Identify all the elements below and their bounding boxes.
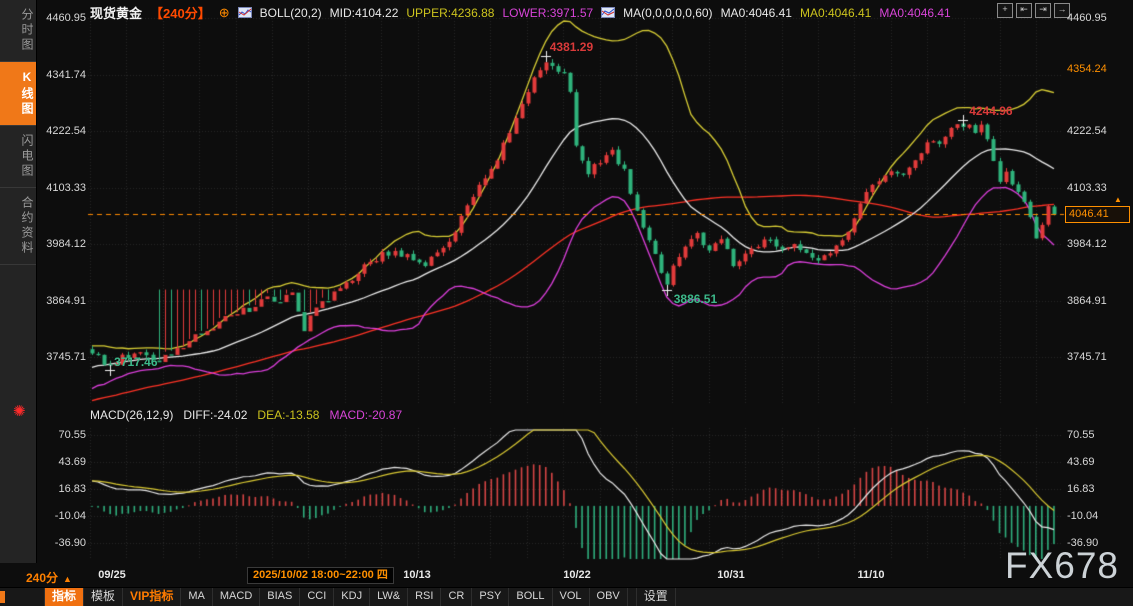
period-dropdown-arrow-icon: ▲ — [63, 574, 72, 584]
price-up-arrow-icon: ▲ — [1114, 195, 1122, 204]
toolbar-item-OBV[interactable]: OBV — [590, 588, 628, 606]
period-selector[interactable]: 240分 ▲ — [26, 569, 72, 586]
macd-legend: MACD(26,12,9) DIFF:-24.02 DEA:-13.58 MAC… — [90, 408, 402, 422]
toolbar-item-RSI[interactable]: RSI — [408, 588, 441, 606]
watermark: FX678 — [1005, 545, 1119, 587]
bar-time-tooltip: 2025/10/02 18:00~22:00 四 — [247, 567, 394, 584]
toolbar-item-PSY[interactable]: PSY — [472, 588, 509, 606]
ma-value-2: MA0:4046.41 — [800, 6, 871, 20]
ma-value-1: MA0:4046.41 — [721, 6, 792, 20]
macd-axis-label-right: 70.55 — [1067, 429, 1129, 441]
price-axis-label-right: 4103.33 — [1067, 182, 1129, 194]
price-axis-label-left: 4222.54 — [38, 125, 86, 137]
time-axis-label-10/31: 10/31 — [717, 569, 745, 581]
chart-tool-buttons: +⇤⇥→ — [997, 3, 1070, 18]
price-annotation-3886.51: 3886.51 — [674, 292, 717, 306]
instrument-name: 现货黄金 — [90, 3, 142, 22]
macd-axis-label-right: 16.83 — [1067, 483, 1129, 495]
period-selector-label: 240分 — [26, 571, 58, 585]
price-axis-label-right: 3984.12 — [1067, 238, 1129, 250]
boll-mid-value: MID:4104.22 — [330, 6, 399, 20]
chart-legend: 现货黄金 【240分】 ⊕ BOLL(20,2) MID:4104.22 UPP… — [90, 3, 951, 22]
time-axis-label-10/13: 10/13 — [403, 569, 431, 581]
boll-lower-value: LOWER:3971.57 — [502, 6, 593, 20]
price-axis-label-left: 3984.12 — [38, 238, 86, 250]
price-annotation-4244.96: 4244.96 — [969, 104, 1012, 118]
price-axis-label-right: 3745.71 — [1067, 351, 1129, 363]
sidebar-item-contract-info[interactable]: 合约资料 — [0, 188, 36, 265]
toolbar-item-templates[interactable]: 模板 — [84, 588, 123, 606]
add-overlay-icon[interactable]: ⊕ — [219, 5, 230, 21]
session-high-label: 4354.24 — [1067, 63, 1129, 75]
macd-settings-label: MACD(26,12,9) — [90, 408, 173, 422]
boll-settings-label: BOLL(20,2) — [260, 6, 322, 20]
toolbar-item-MA[interactable]: MA — [181, 588, 213, 606]
price-axis-label-right: 3864.91 — [1067, 295, 1129, 307]
macd-axis-label-right: -10.04 — [1067, 510, 1129, 522]
chart-mode-sidebar: 分时图 K线图 闪电图 合约资料 — [0, 0, 37, 563]
price-axis-label-left: 4103.33 — [38, 182, 86, 194]
crosshair-tool-icon[interactable]: + — [997, 3, 1013, 18]
boll-indicator-icon — [238, 7, 252, 18]
macd-dea-value: DEA:-13.58 — [257, 408, 319, 422]
macd-macd-value: MACD:-20.87 — [329, 408, 402, 422]
price-axis-label-right: 4222.54 — [1067, 125, 1129, 137]
macd-axis-label-right: 43.69 — [1067, 456, 1129, 468]
price-axis-label-left: 4341.74 — [38, 69, 86, 81]
indicator-toolbar: 指标模板VIP指标MAMACDBIASCCIKDJLW&RSICRPSYBOLL… — [0, 587, 1133, 606]
sidebar-item-timeline-chart[interactable]: 分时图 — [0, 0, 36, 62]
ma-settings-label: MA(0,0,0,0,0,60) — [623, 6, 712, 20]
trading-app-window: 分时图 K线图 闪电图 合约资料 ✺ 现货黄金 【240分】 ⊕ BOLL(20… — [0, 0, 1133, 606]
toolbar-left-marker — [0, 588, 45, 606]
price-axis-label-left: 4460.95 — [38, 12, 86, 24]
price-annotation-3717.46: 3717.46 — [114, 355, 157, 369]
macd-axis-label-left: 70.55 — [38, 429, 86, 441]
toolbar-item-CCI[interactable]: CCI — [300, 588, 334, 606]
macd-axis-label-left: 16.83 — [38, 483, 86, 495]
price-annotation-4381.29: 4381.29 — [550, 40, 593, 54]
ma-value-3: MA0:4046.41 — [879, 6, 950, 20]
toolbar-item-MACD[interactable]: MACD — [213, 588, 260, 606]
time-axis-label-11/10: 11/10 — [858, 569, 885, 581]
boll-upper-value: UPPER:4236.88 — [406, 6, 494, 20]
time-axis-label-10/22: 10/22 — [563, 569, 591, 581]
toolbar-item-VOL[interactable]: VOL — [553, 588, 590, 606]
scale-right-icon[interactable]: ⇥ — [1035, 3, 1051, 18]
sidebar-item-lightning-chart[interactable]: 闪电图 — [0, 126, 36, 188]
toolbar-item-BIAS[interactable]: BIAS — [260, 588, 300, 606]
toolbar-item-BOLL[interactable]: BOLL — [509, 588, 552, 606]
ma-indicator-icon — [601, 7, 615, 18]
price-axis-label-left: 3864.91 — [38, 295, 86, 307]
macd-diff-value: DIFF:-24.02 — [183, 408, 247, 422]
toolbar-item-indicators[interactable]: 指标 — [45, 588, 84, 606]
period-label: 【240分】 — [150, 3, 211, 22]
alert-icon[interactable]: ✺ — [13, 404, 26, 419]
toolbar-item-KDJ[interactable]: KDJ — [334, 588, 370, 606]
sidebar-item-candlestick-chart[interactable]: K线图 — [0, 62, 36, 126]
macd-axis-label-left: 43.69 — [38, 456, 86, 468]
toolbar-item-CR[interactable]: CR — [441, 588, 472, 606]
time-axis-label-09/25: 09/25 — [98, 569, 126, 581]
scale-left-icon[interactable]: ⇤ — [1016, 3, 1032, 18]
macd-axis-label-left: -36.90 — [38, 537, 86, 549]
price-axis-label-left: 3745.71 — [38, 351, 86, 363]
price-chart-canvas[interactable] — [0, 0, 1133, 606]
toolbar-item-settings[interactable]: 设置 — [636, 588, 676, 606]
macd-axis-label-left: -10.04 — [38, 510, 86, 522]
last-price-tag: 4046.41 — [1065, 206, 1130, 223]
price-axis-label-right: 4460.95 — [1067, 12, 1129, 24]
toolbar-item-vip-indicators[interactable]: VIP指标 — [123, 588, 181, 606]
toolbar-item-LW[interactable]: LW& — [370, 588, 408, 606]
